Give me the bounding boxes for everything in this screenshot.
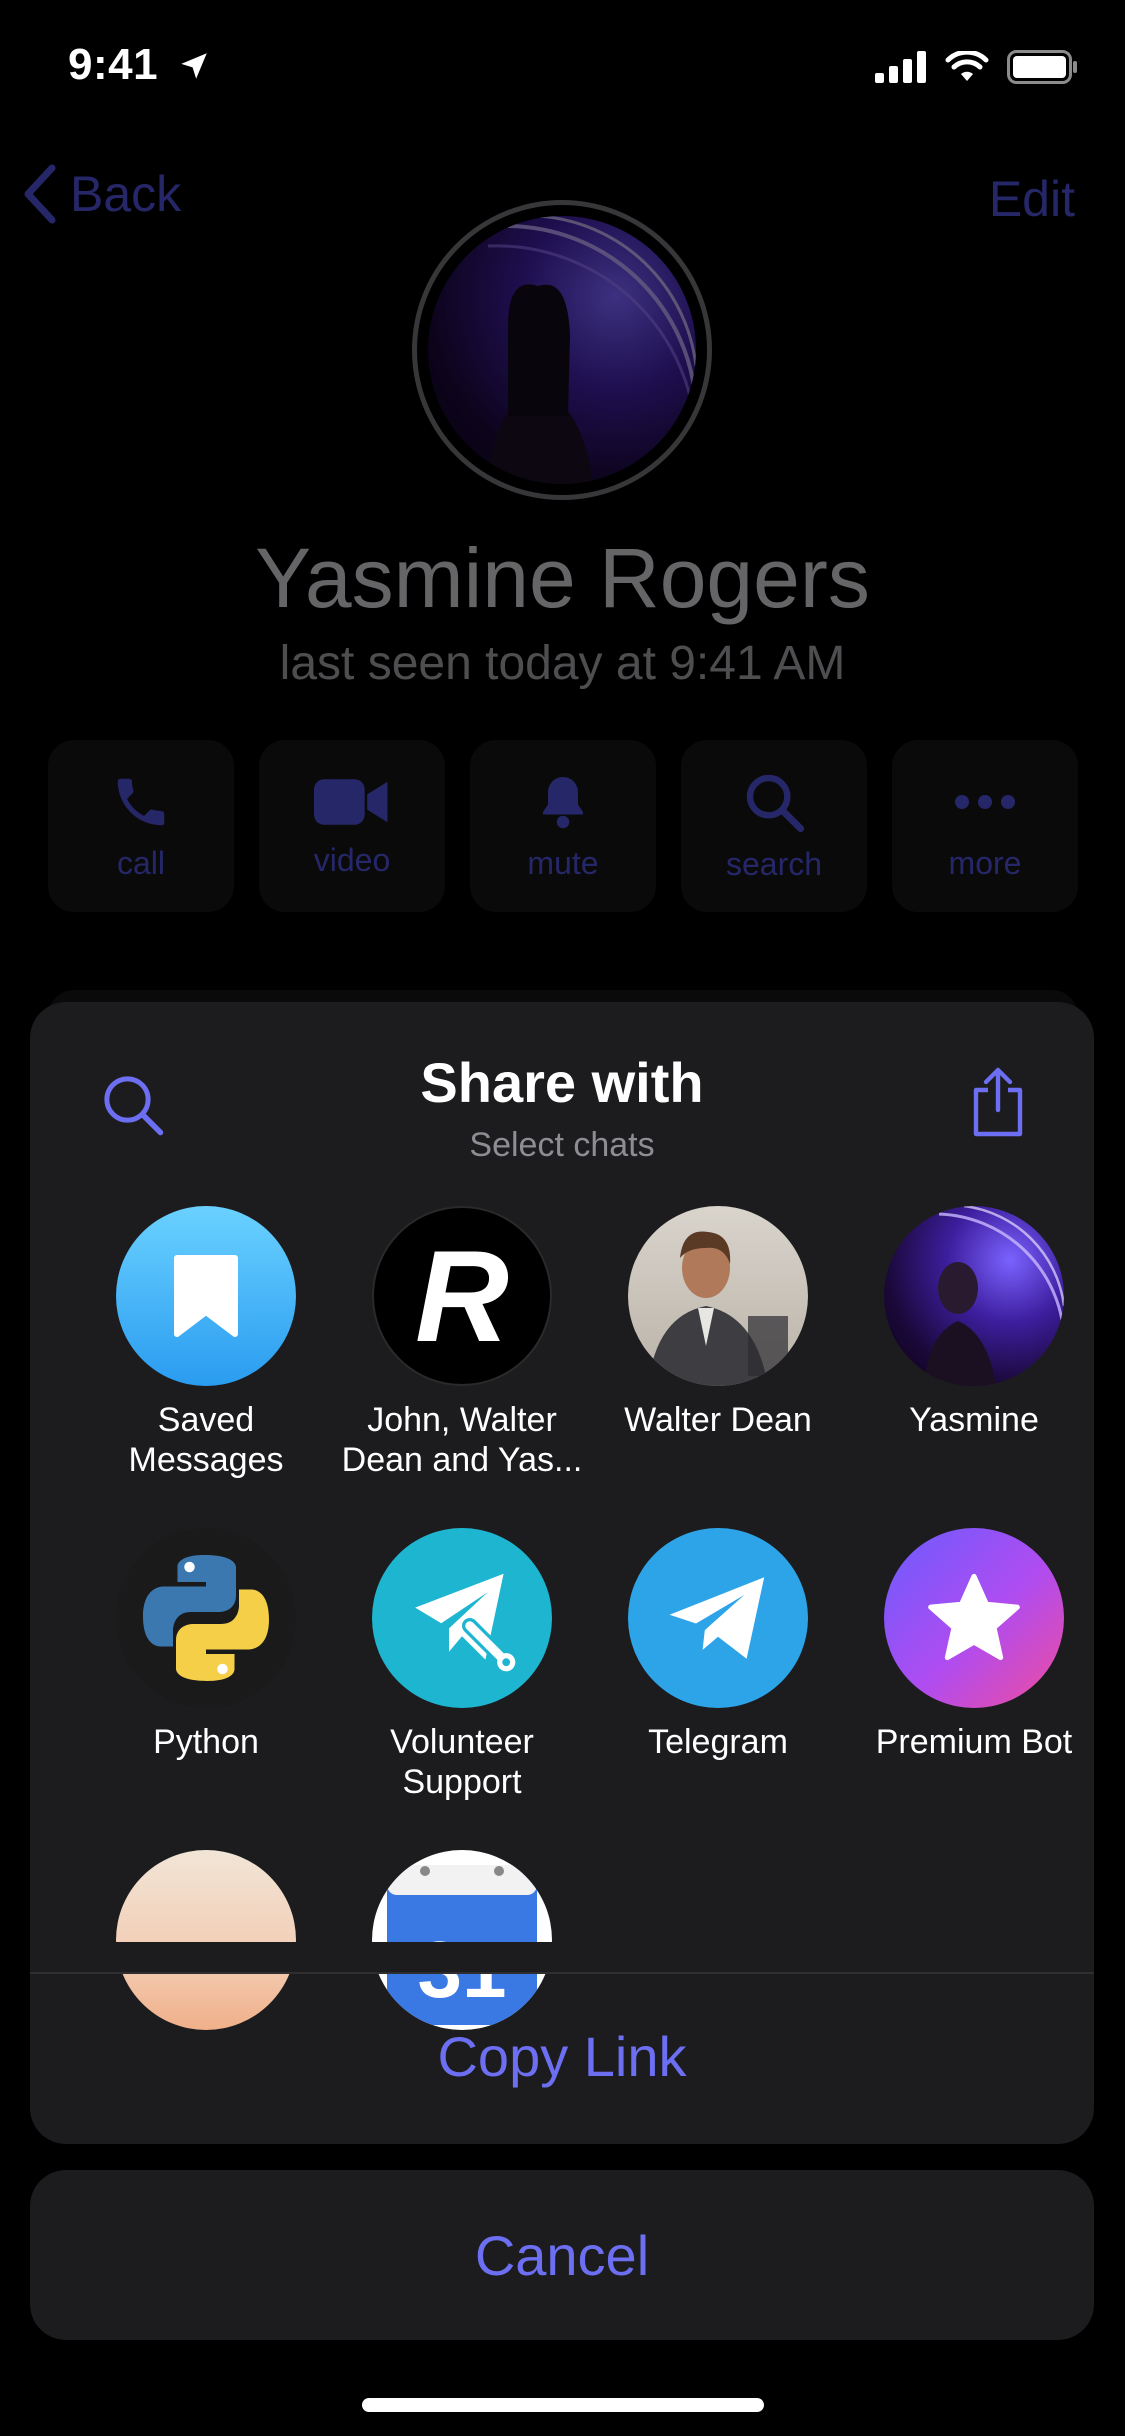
wifi-icon bbox=[945, 51, 989, 81]
calendar-chat-avatar: 31 bbox=[372, 1850, 552, 2030]
profile-actions: call video mute search more bbox=[48, 740, 1078, 912]
share-target-volunteer-support[interactable]: Volunteer Support bbox=[334, 1528, 590, 1802]
status-time: 9:41 bbox=[68, 40, 211, 90]
sunset-chat-avatar bbox=[116, 1850, 296, 2030]
share-target-premium-bot[interactable]: Premium Bot bbox=[846, 1528, 1094, 1762]
edit-button[interactable]: Edit bbox=[989, 170, 1075, 228]
yasmine-photo bbox=[924, 1206, 1064, 1386]
share-target-group-chat[interactable]: R John, Walter Dean and Yas... bbox=[334, 1206, 590, 1480]
python-logo-icon bbox=[143, 1555, 269, 1681]
share-target-telegram[interactable]: Telegram bbox=[590, 1528, 846, 1762]
back-button[interactable]: Back bbox=[20, 162, 181, 226]
share-target-walter-dean[interactable]: Walter Dean bbox=[590, 1206, 846, 1440]
python-avatar bbox=[116, 1528, 296, 1708]
phone-icon bbox=[117, 778, 165, 825]
saved-messages-avatar bbox=[116, 1206, 296, 1386]
chat-label: Premium Bot bbox=[875, 1723, 1073, 1761]
more-label: more bbox=[948, 844, 1022, 881]
cancel-button[interactable]: Cancel bbox=[30, 2170, 1094, 2340]
avatar-photo bbox=[487, 216, 696, 484]
premium-bot-avatar bbox=[884, 1528, 1064, 1708]
bell-icon bbox=[543, 776, 583, 828]
status-time-text: 9:41 bbox=[68, 40, 159, 89]
chat-label: Telegram bbox=[648, 1723, 788, 1761]
chat-label: Yasmine bbox=[909, 1401, 1039, 1439]
more-dots-icon bbox=[955, 794, 1015, 809]
yasmine-avatar bbox=[884, 1206, 1064, 1386]
call-label: call bbox=[116, 844, 165, 881]
share-target-yasmine[interactable]: Yasmine bbox=[846, 1206, 1094, 1440]
back-label: Back bbox=[70, 166, 182, 222]
chat-label: Python bbox=[153, 1723, 259, 1761]
share-icon bbox=[973, 1067, 1023, 1137]
profile-avatar[interactable] bbox=[428, 216, 696, 484]
search-label: search bbox=[725, 845, 823, 882]
bookmark-icon bbox=[174, 1255, 238, 1337]
status-indicators bbox=[875, 50, 1079, 84]
walter-dean-avatar bbox=[628, 1206, 808, 1386]
signal-icon bbox=[875, 51, 926, 83]
video-camera-icon bbox=[314, 778, 388, 825]
star-icon bbox=[928, 1573, 1020, 1661]
sheet-divider bbox=[30, 1972, 1094, 1974]
profile-name: Yasmine Rogers bbox=[255, 531, 870, 625]
more-button[interactable]: more bbox=[892, 740, 1078, 912]
share-target-saved-messages[interactable]: Saved Messages bbox=[78, 1206, 334, 1480]
video-label: video bbox=[313, 841, 391, 878]
share-sheet-title: Share with bbox=[420, 1051, 704, 1114]
chevron-left-icon bbox=[24, 164, 56, 224]
video-button[interactable]: video bbox=[259, 740, 445, 912]
chat-label: Walter Dean bbox=[624, 1401, 812, 1439]
search-button[interactable]: search bbox=[681, 740, 867, 912]
chat-label: Volunteer Support bbox=[390, 1723, 534, 1801]
share-target-python[interactable]: Python bbox=[78, 1528, 334, 1762]
last-seen-status: last seen today at 9:41 AM bbox=[279, 637, 846, 690]
walter-dean-photo bbox=[648, 1231, 788, 1386]
mute-button[interactable]: mute bbox=[470, 740, 656, 912]
mute-label: mute bbox=[527, 844, 599, 881]
share-target-sunset-chat[interactable] bbox=[78, 1850, 334, 2030]
telegram-avatar bbox=[628, 1528, 808, 1708]
chat-label: John, Walter Dean and Yas... bbox=[341, 1401, 583, 1479]
group-avatar-letter: R bbox=[415, 1223, 509, 1369]
copy-link-button[interactable]: Copy Link bbox=[30, 2024, 1094, 2089]
share-target-calendar-chat[interactable]: 31 bbox=[334, 1850, 590, 2030]
call-button[interactable]: call bbox=[48, 740, 234, 912]
home-indicator[interactable] bbox=[362, 2398, 764, 2412]
share-sheet: Share with Select chats Saved Messages R… bbox=[30, 1002, 1094, 2144]
system-share-button[interactable] bbox=[968, 1066, 1028, 1143]
telegram-plane-icon bbox=[669, 1577, 765, 1659]
location-arrow-icon bbox=[181, 53, 207, 79]
chat-label: Saved Messages bbox=[128, 1401, 284, 1479]
search-icon bbox=[746, 774, 805, 832]
share-sheet-subtitle: Select chats bbox=[469, 1126, 655, 1164]
volunteer-support-avatar bbox=[372, 1528, 552, 1708]
wrench-plane-icon bbox=[415, 1573, 516, 1672]
grid-fade bbox=[30, 1942, 1094, 1972]
group-chat-avatar: R bbox=[372, 1206, 552, 1386]
battery-icon bbox=[1007, 50, 1077, 84]
